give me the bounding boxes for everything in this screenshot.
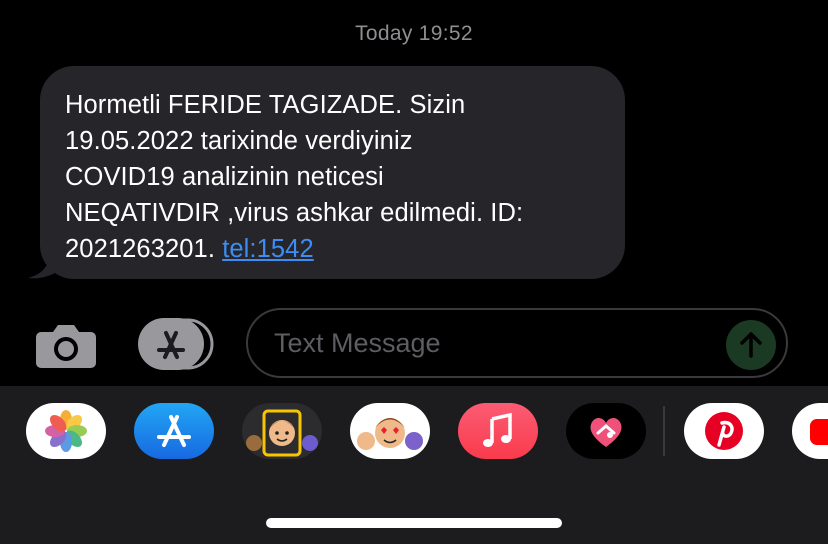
memoji-app-button[interactable] — [242, 403, 322, 459]
pinterest-icon — [705, 412, 743, 450]
app-store-apps-button[interactable] — [138, 318, 214, 370]
bubble-tail — [28, 250, 66, 279]
music-app-button[interactable] — [458, 403, 538, 459]
youtube-icon — [810, 419, 828, 445]
photos-app-button[interactable] — [26, 403, 106, 459]
app-store-app-button[interactable] — [134, 403, 214, 459]
phone-link[interactable]: tel:1542 — [222, 235, 314, 263]
camera-icon — [36, 325, 96, 368]
message-timestamp: Today 19:52 — [355, 22, 473, 45]
digital-touch-icon — [590, 417, 622, 447]
message-bubble[interactable]: Hormetli FERIDE TAGIZADE. Sizin 19.05.20… — [40, 66, 625, 279]
photos-icon — [45, 410, 87, 452]
camera-button[interactable] — [35, 322, 97, 368]
app-store-icon — [138, 318, 214, 370]
pinterest-app-button[interactable] — [684, 403, 764, 459]
message-input-container — [246, 308, 788, 378]
arrow-up-icon — [740, 332, 762, 358]
drawer-divider — [663, 406, 665, 456]
text-message-input[interactable] — [274, 310, 714, 376]
send-button[interactable] — [726, 320, 776, 370]
memoji-icon — [246, 409, 318, 457]
app-store-icon — [157, 415, 191, 447]
music-icon — [483, 412, 512, 447]
youtube-app-button[interactable] — [792, 403, 828, 459]
animoji-stickers-icon — [357, 418, 423, 450]
home-indicator[interactable] — [266, 518, 562, 528]
digital-touch-app-button[interactable] — [566, 403, 646, 459]
memoji-stickers-app-button[interactable] — [350, 403, 430, 459]
